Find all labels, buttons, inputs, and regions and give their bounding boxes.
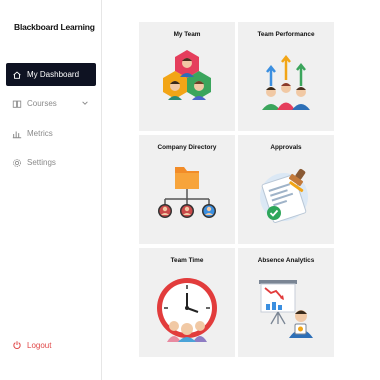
folder-hierarchy-icon [158,167,216,218]
team-hexagon-icon [163,50,211,100]
logout-button[interactable]: Logout [12,340,51,350]
card-title: My Team [173,31,201,38]
dashboard-main: My Team Team Performance Company Directo… [103,0,380,380]
bar-chart-icon [12,131,22,138]
card-title: Absence Analytics [257,257,315,264]
book-icon [12,100,22,108]
card-title: Company Directory [157,144,217,151]
card-absence-analytics[interactable]: Absence Analytics [238,248,334,357]
home-icon [13,71,21,79]
sidebar-item-label: Courses [27,99,57,108]
card-company-directory[interactable]: Company Directory [139,135,235,244]
sidebar-item-metrics[interactable]: Metrics [6,122,96,145]
card-title: Team Performance [257,31,315,38]
sidebar-item-my-dashboard[interactable]: My Dashboard [6,63,96,86]
card-team-time[interactable]: Team Time [139,248,235,357]
sidebar-item-label: My Dashboard [27,70,80,79]
gear-icon [13,158,21,167]
logout-label: Logout [27,340,52,350]
clock-team-icon [157,278,217,342]
card-approvals[interactable]: Approvals [238,135,334,244]
card-my-team[interactable]: My Team [139,22,235,131]
presentation-analytics-icon [259,280,313,338]
sidebar-item-courses[interactable]: Courses [6,92,96,115]
team-growth-icon [262,54,310,110]
sidebar-item-label: Settings [27,158,56,167]
sidebar-item-settings[interactable]: Settings [6,151,96,174]
card-title: Approvals [270,144,302,151]
power-icon [13,341,21,350]
brand-logo[interactable]: Blackboard Learning [14,22,95,32]
sidebar-item-label: Metrics [27,129,53,138]
chevron-down-icon[interactable] [81,99,89,107]
card-team-performance[interactable]: Team Performance [238,22,334,131]
sidebar: Blackboard Learning My Dashboard Courses… [0,0,102,380]
approved-document-stamp-icon [260,168,308,223]
card-title: Team Time [170,257,204,264]
